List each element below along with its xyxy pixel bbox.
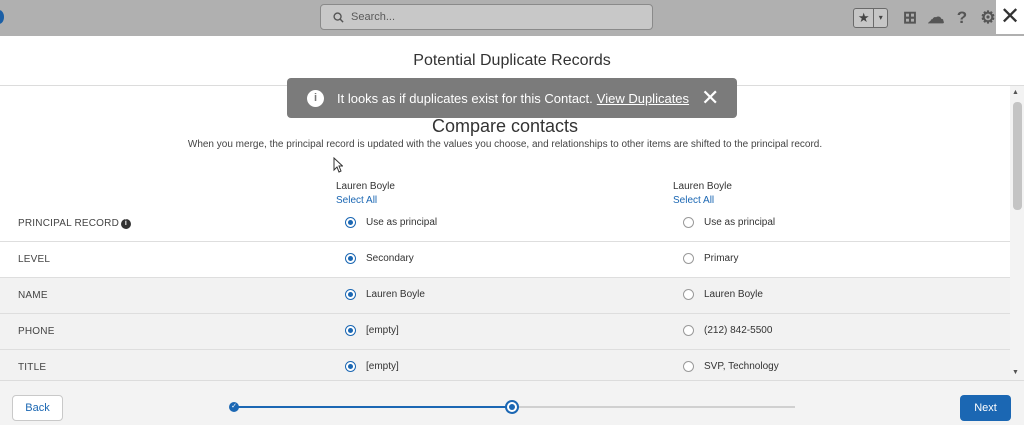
- option-right[interactable]: (212) 842-5500: [683, 325, 772, 336]
- info-icon[interactable]: i: [121, 218, 131, 229]
- radio-left-selected[interactable]: [345, 289, 356, 300]
- progress-step-complete-icon[interactable]: ✓: [229, 402, 239, 412]
- option-right-label: Primary: [704, 253, 739, 264]
- option-right[interactable]: SVP, Technology: [683, 361, 779, 372]
- toast-close-icon[interactable]: ✕: [701, 87, 719, 109]
- option-right-label: (212) 842-5500: [704, 325, 773, 336]
- option-left[interactable]: Secondary: [345, 253, 414, 264]
- radio-right[interactable]: [683, 361, 694, 372]
- row-name: NAME Lauren Boyle Lauren Boyle: [0, 278, 1010, 314]
- option-left-label: Lauren Boyle: [366, 289, 425, 300]
- option-right[interactable]: Use as principal: [683, 217, 775, 228]
- progress-track-complete: [234, 406, 512, 408]
- column-header-right: Lauren Boyle Select All: [673, 181, 732, 206]
- scroll-up-icon[interactable]: ▲: [1012, 89, 1019, 96]
- option-left[interactable]: Use as principal: [345, 217, 437, 228]
- row-level: LEVEL Secondary Primary: [0, 242, 1010, 278]
- radio-right[interactable]: [683, 289, 694, 300]
- row-label-text: LEVEL: [18, 254, 51, 265]
- option-left[interactable]: [empty]: [345, 361, 399, 372]
- view-duplicates-link[interactable]: View Duplicates: [597, 91, 689, 106]
- chevron-down-icon[interactable]: ▾: [873, 9, 887, 27]
- row-label: TITLE: [18, 362, 46, 373]
- help-icon[interactable]: ?: [952, 8, 972, 28]
- radio-right[interactable]: [683, 253, 694, 264]
- app-logo-icon[interactable]: [0, 10, 4, 24]
- option-left-label: [empty]: [366, 325, 399, 336]
- radio-left-selected[interactable]: [345, 361, 356, 372]
- compare-description: When you merge, the principal record is …: [187, 139, 823, 150]
- radio-right[interactable]: [683, 325, 694, 336]
- row-phone: PHONE [empty] (212) 842-5500: [0, 314, 1010, 350]
- column-header-left: Lauren Boyle Select All: [336, 181, 395, 206]
- option-right-label: Lauren Boyle: [704, 289, 763, 300]
- gear-icon[interactable]: ⚙: [978, 8, 998, 28]
- select-all-left-link[interactable]: Select All: [336, 195, 395, 206]
- star-icon[interactable]: ★: [854, 9, 873, 27]
- column-name-right: Lauren Boyle: [673, 181, 732, 192]
- compare-title: Compare contacts: [431, 116, 579, 136]
- row-label-text: TITLE: [18, 362, 47, 373]
- option-right-label: SVP, Technology: [704, 361, 779, 372]
- row-label: PHONE: [18, 326, 55, 337]
- row-label: NAME: [18, 290, 48, 301]
- toast-message: It looks as if duplicates exist for this…: [337, 90, 593, 106]
- global-header: Search... ★ ▾ ⊞ ☁ ? ⚙ ✕: [0, 0, 1024, 36]
- search-icon: [333, 11, 344, 23]
- modal-footer: Back ✓ Next: [0, 380, 1024, 425]
- row-principal-record: PRINCIPAL RECORD i Use as principal Use …: [0, 206, 1010, 242]
- option-right-label: Use as principal: [704, 217, 776, 228]
- option-right[interactable]: Primary: [683, 253, 738, 264]
- row-label: PRINCIPAL RECORD i: [18, 218, 131, 229]
- row-title: TITLE [empty] SVP, Technology: [0, 350, 1010, 380]
- search-placeholder: Search...: [351, 11, 396, 23]
- row-label-text: PHONE: [18, 326, 55, 337]
- option-left[interactable]: [empty]: [345, 325, 399, 336]
- back-button[interactable]: Back: [12, 395, 63, 421]
- row-label: LEVEL: [18, 254, 50, 265]
- radio-left-selected[interactable]: [345, 325, 356, 336]
- duplicate-toast: i It looks as if duplicates exist for th…: [287, 78, 737, 118]
- column-name-left: Lauren Boyle: [336, 181, 395, 192]
- radio-right[interactable]: [683, 217, 694, 228]
- next-button[interactable]: Next: [960, 395, 1011, 421]
- radio-left-selected[interactable]: [345, 217, 356, 228]
- close-icon[interactable]: ✕: [996, 0, 1024, 34]
- add-icon[interactable]: ⊞: [900, 8, 920, 28]
- mouse-cursor-icon: [333, 157, 343, 173]
- option-left-label: Use as principal: [366, 217, 438, 228]
- option-left-label: Secondary: [366, 253, 414, 264]
- row-label-text: NAME: [18, 290, 48, 301]
- option-right[interactable]: Lauren Boyle: [683, 289, 763, 300]
- row-label-text: PRINCIPAL RECORD: [18, 218, 119, 229]
- favorites-button[interactable]: ★ ▾: [853, 8, 888, 28]
- radio-left-selected[interactable]: [345, 253, 356, 264]
- scroll-down-icon[interactable]: ▼: [1012, 369, 1019, 376]
- progress-step-current[interactable]: [505, 400, 519, 414]
- progress-track-remaining: [512, 406, 795, 408]
- scrollbar-thumb[interactable]: [1013, 102, 1022, 210]
- option-left-label: [empty]: [366, 361, 399, 372]
- select-all-right-link[interactable]: Select All: [673, 195, 732, 206]
- search-input[interactable]: Search...: [320, 4, 653, 30]
- info-icon: i: [307, 89, 324, 107]
- option-left[interactable]: Lauren Boyle: [345, 289, 425, 300]
- setup-assistant-icon[interactable]: ☁: [926, 8, 946, 28]
